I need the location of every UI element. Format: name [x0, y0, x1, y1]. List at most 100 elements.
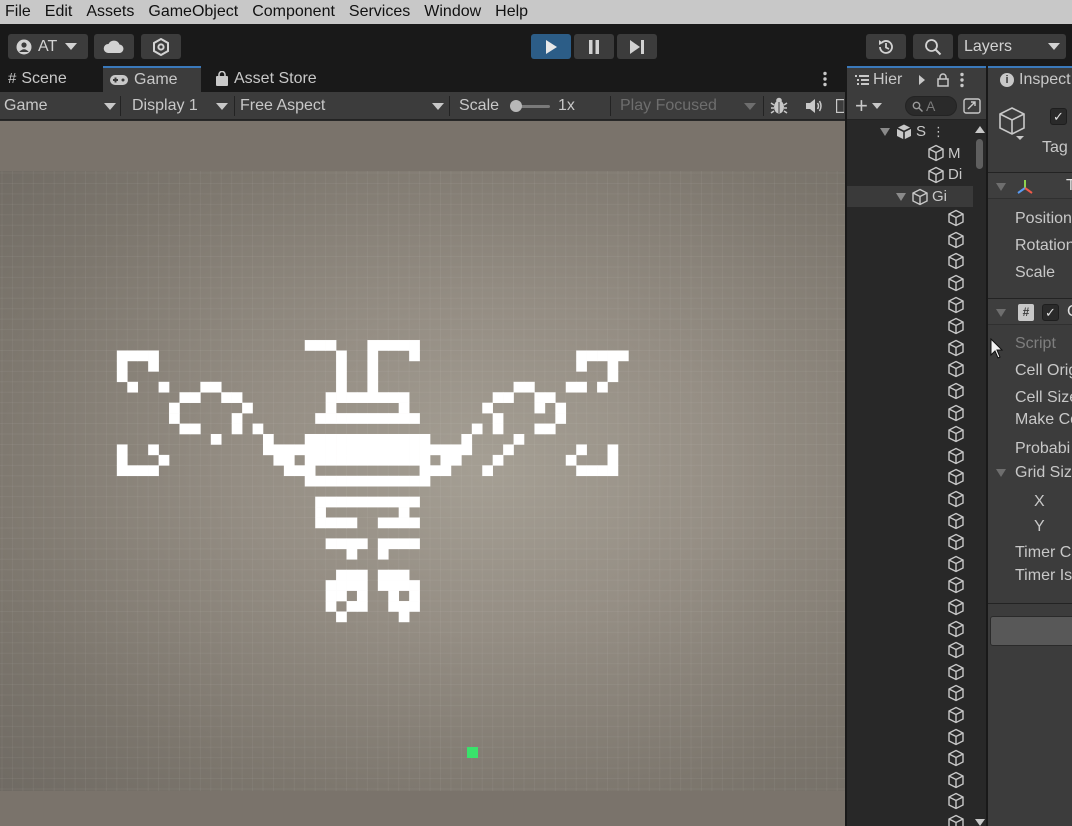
scene-visibility-icon[interactable]: [963, 98, 981, 114]
add-component-button[interactable]: [990, 616, 1072, 646]
history-button[interactable]: [866, 34, 906, 59]
scale-slider-handle[interactable]: [510, 100, 522, 112]
game-of-life-grid[interactable]: [0, 171, 845, 791]
game-view[interactable]: [0, 121, 845, 826]
tab-asset-store[interactable]: Asset Store: [209, 66, 339, 92]
hierarchy-child-row[interactable]: [847, 380, 973, 402]
tab-game[interactable]: Game: [103, 66, 201, 92]
live-cell: [461, 444, 473, 456]
cube-icon: [948, 425, 964, 443]
hierarchy-child-row[interactable]: [847, 207, 973, 229]
hierarchy-search-field[interactable]: A: [905, 96, 957, 116]
hierarchy-child-row[interactable]: [847, 315, 973, 337]
live-cell: [377, 580, 389, 591]
cube-icon: [948, 641, 964, 659]
hierarchy-child-row[interactable]: [847, 510, 973, 532]
layers-dropdown[interactable]: Layers: [958, 34, 1066, 59]
menu-component[interactable]: Component: [245, 0, 342, 24]
hierarchy-child-row[interactable]: [847, 229, 973, 251]
live-cell: [377, 517, 389, 529]
hierarchy-child-row[interactable]: [847, 251, 973, 273]
hierarchy-child-row[interactable]: [847, 618, 973, 640]
live-cell: [356, 413, 368, 424]
hierarchy-row[interactable]: S ⋮: [847, 121, 973, 143]
collab-button[interactable]: [141, 34, 181, 59]
hierarchy-list[interactable]: S ⋮ M Di Gi: [847, 121, 986, 826]
hierarchy-child-row[interactable]: [847, 683, 973, 705]
hierarchy-scrollbar[interactable]: [973, 121, 986, 826]
tab-hierarchy[interactable]: Hier: [847, 66, 986, 92]
hierarchy-child-row[interactable]: [847, 272, 973, 294]
foldout-icon[interactable]: [896, 192, 906, 201]
scale-slider[interactable]: [510, 100, 550, 112]
cube-icon: [948, 231, 964, 249]
hierarchy-child-row[interactable]: [847, 423, 973, 445]
hierarchy-child-row[interactable]: [847, 488, 973, 510]
hierarchy-child-row[interactable]: [847, 531, 973, 553]
script-component-header[interactable]: # ✓ C: [988, 298, 1072, 325]
menu-edit[interactable]: Edit: [38, 0, 80, 24]
account-dropdown[interactable]: AT: [8, 34, 88, 59]
search-button[interactable]: [913, 34, 953, 59]
live-cell: [336, 569, 347, 581]
hierarchy-child-row[interactable]: [847, 704, 973, 726]
hierarchy-child-row[interactable]: [847, 575, 973, 597]
tab-scene[interactable]: # Scene: [2, 66, 102, 92]
stats-icon[interactable]: [836, 99, 844, 113]
live-cell: [419, 475, 431, 487]
tab-inspector[interactable]: i Inspect: [988, 66, 1072, 92]
hierarchy-child-row[interactable]: [847, 596, 973, 618]
cloud-button[interactable]: [94, 34, 134, 59]
hierarchy-child-row[interactable]: [847, 769, 973, 791]
hierarchy-child-row[interactable]: [847, 359, 973, 381]
add-button[interactable]: +: [855, 95, 891, 117]
cube-icon: [948, 253, 964, 270]
active-checkbox[interactable]: ✓: [1050, 108, 1067, 125]
foldout-icon[interactable]: [996, 469, 1006, 477]
hierarchy-row[interactable]: Gi: [847, 185, 973, 208]
hierarchy-child-row[interactable]: [847, 553, 973, 575]
transform-header[interactable]: T: [988, 172, 1072, 199]
hierarchy-child-row[interactable]: [847, 445, 973, 467]
play-button[interactable]: [531, 34, 571, 59]
lock-icon[interactable]: [937, 73, 949, 87]
hierarchy-row[interactable]: M: [847, 143, 973, 165]
more-options-icon[interactable]: [959, 72, 965, 88]
menu-help[interactable]: Help: [488, 0, 535, 24]
hierarchy-child-row[interactable]: [847, 639, 973, 661]
hierarchy-child-row[interactable]: [847, 467, 973, 489]
hierarchy-child-row[interactable]: [847, 791, 973, 813]
hierarchy-child-row[interactable]: [847, 747, 973, 769]
live-cell: [409, 496, 420, 508]
step-button[interactable]: [617, 34, 657, 59]
hierarchy-child-row[interactable]: [847, 661, 973, 683]
hierarchy-child-row[interactable]: [847, 402, 973, 424]
display-dropdown[interactable]: Display 1: [132, 92, 230, 120]
play-mode-dropdown[interactable]: Play Focused: [620, 92, 760, 120]
menu-window[interactable]: Window: [417, 0, 488, 24]
more-options-icon[interactable]: [822, 71, 828, 87]
hierarchy-toolbar: + A: [847, 92, 986, 120]
script-enabled-checkbox[interactable]: ✓: [1042, 304, 1059, 321]
menu-assets[interactable]: Assets: [79, 0, 141, 24]
bug-icon[interactable]: [769, 97, 789, 115]
hierarchy-child-row[interactable]: [847, 337, 973, 359]
live-cell: [336, 496, 347, 508]
chevron-right-icon[interactable]: [919, 75, 925, 85]
menu-file[interactable]: File: [0, 0, 38, 24]
more-options-icon[interactable]: ⋮: [932, 124, 945, 140]
hierarchy-child-row[interactable]: [847, 726, 973, 748]
pause-button[interactable]: [574, 34, 614, 59]
hierarchy-child-row[interactable]: [847, 812, 973, 826]
view-mode-dropdown[interactable]: Game: [4, 92, 116, 120]
aspect-dropdown[interactable]: Free Aspect: [240, 92, 446, 120]
game-viewport[interactable]: [0, 171, 845, 791]
menu-services[interactable]: Services: [342, 0, 417, 24]
foldout-icon[interactable]: [880, 127, 890, 136]
hierarchy-row[interactable]: Di: [847, 164, 973, 186]
hierarchy-child-row[interactable]: [847, 294, 973, 316]
collab-icon: [153, 37, 169, 56]
speaker-icon[interactable]: [805, 98, 823, 114]
scrollbar-thumb[interactable]: [976, 139, 983, 169]
menu-gameobject[interactable]: GameObject: [141, 0, 245, 24]
